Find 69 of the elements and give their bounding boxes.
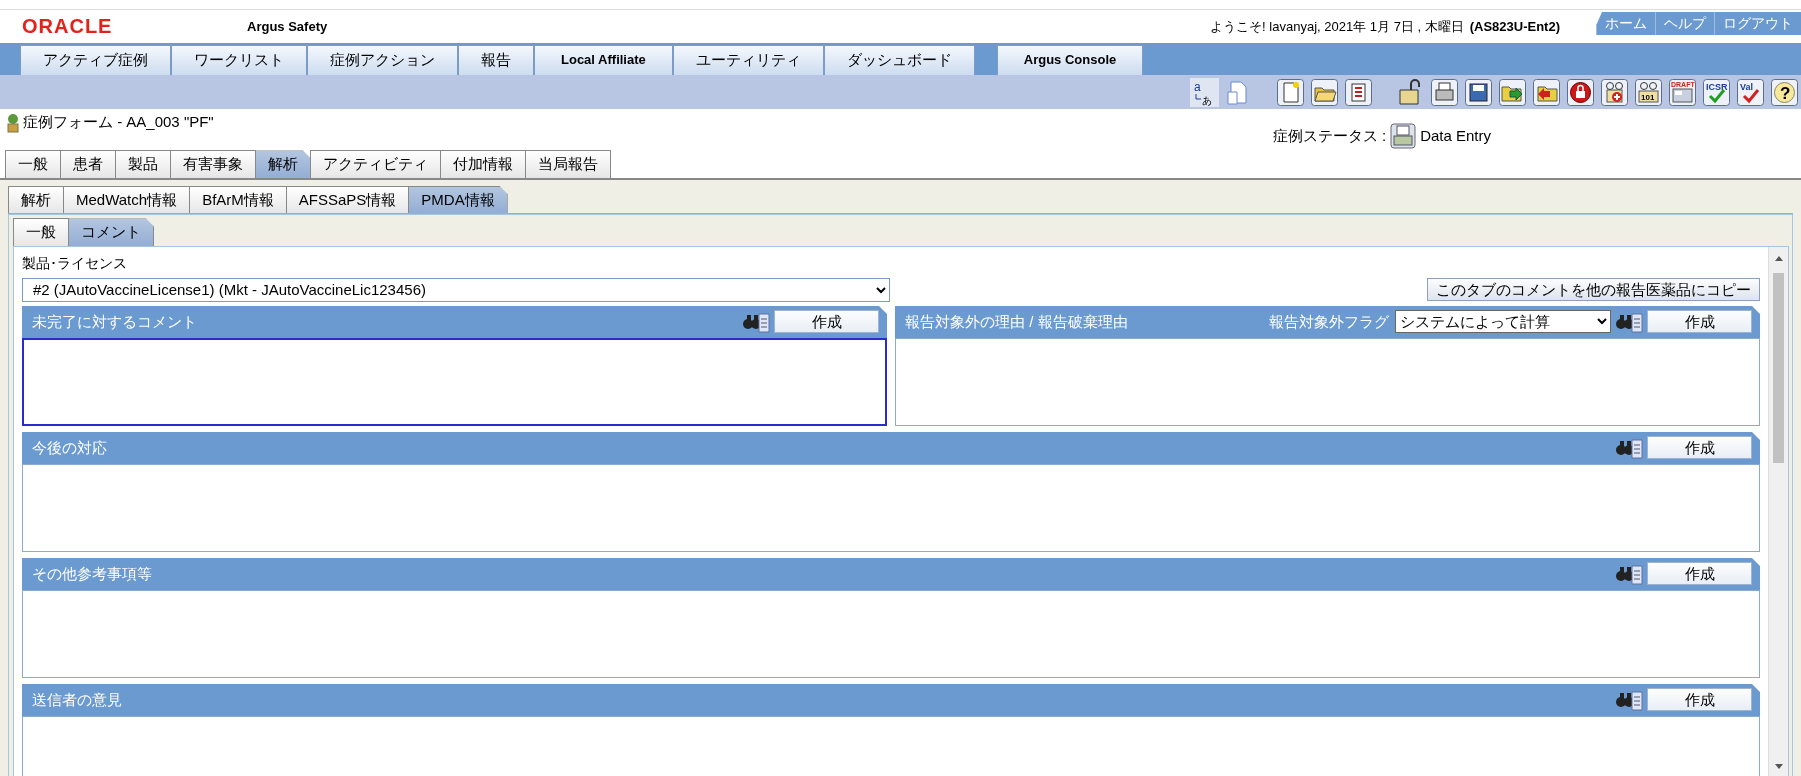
tab[interactable]: 当局報告	[525, 150, 611, 178]
check-icon[interactable]: ICSR	[1702, 77, 1731, 107]
app-title: Argus Safety	[247, 17, 328, 36]
find-icon[interactable]	[1615, 689, 1643, 711]
list-icon[interactable]	[1344, 77, 1373, 107]
tab[interactable]: AFSSaPS情報	[285, 186, 410, 214]
scrollbar[interactable]	[1768, 247, 1788, 776]
comment-field[interactable]	[22, 338, 887, 426]
tab[interactable]: PMDA情報	[408, 186, 508, 214]
tab[interactable]: 有害事象	[170, 150, 256, 178]
section-title: 報告対象外の理由 / 報告破棄理由	[905, 311, 1128, 332]
check-icon[interactable]: Val	[1736, 77, 1765, 107]
find-icon[interactable]	[1615, 563, 1643, 585]
tab[interactable]: コメント	[68, 218, 154, 246]
tab[interactable]: 患者	[60, 150, 116, 178]
case-form-title: 症例フォーム - AA_003 "PF"	[23, 112, 214, 133]
new-document-icon[interactable]	[1276, 77, 1305, 107]
tab[interactable]: MedWatch情報	[63, 186, 191, 214]
oracle-logo: ORACLE	[22, 14, 114, 40]
menu-item[interactable]: ワークリスト	[171, 44, 307, 75]
field-label: 製品･ライセンス	[22, 254, 128, 273]
create-button[interactable]: 作成	[774, 310, 879, 334]
section-title: 送信者の意見	[32, 689, 122, 710]
welcome-text: ようこそ! lavanyaj, 2021年 1月 7日 , 木曜日	[1210, 17, 1464, 36]
find-icon[interactable]	[1615, 311, 1643, 333]
menu-item[interactable]: 報告	[458, 44, 534, 75]
flag-select[interactable]: システムによって計算	[1395, 310, 1611, 334]
glasses-icon[interactable]	[1600, 77, 1629, 107]
find-icon[interactable]	[742, 311, 770, 333]
comment-field[interactable]	[22, 590, 1760, 678]
glasses-icon[interactable]: 101	[1634, 77, 1663, 107]
menu-item[interactable]: アクティブ症例	[20, 44, 171, 75]
comment-field[interactable]	[895, 338, 1760, 426]
section-title: 今後の対応	[32, 437, 107, 458]
tab[interactable]: 解析	[8, 186, 64, 214]
create-button[interactable]: 作成	[1647, 436, 1752, 460]
menu-item[interactable]: ユーティリティ	[672, 44, 824, 75]
tab[interactable]: BfArM情報	[189, 186, 287, 214]
server-name: (AS823U-Ent2)	[1469, 17, 1560, 36]
copy-button[interactable]: このタブのコメントを他の報告医薬品にコピー	[1427, 278, 1760, 302]
find-icon[interactable]	[1615, 437, 1643, 459]
create-button[interactable]: 作成	[1647, 310, 1752, 334]
create-button[interactable]: 作成	[1647, 688, 1752, 712]
menu-item[interactable]: Local Affiliate	[534, 44, 673, 75]
section-title: 未完了に対するコメント	[32, 311, 197, 332]
help-icon[interactable]: ?	[1770, 77, 1799, 107]
section-title: その他参考事項等	[32, 563, 152, 584]
menu-item[interactable]: ダッシュボード	[823, 44, 975, 75]
status-text: Data Entry	[1420, 126, 1491, 147]
translate-icon[interactable]: a あ	[1190, 77, 1219, 107]
tab[interactable]: 一般	[5, 150, 61, 178]
tab[interactable]: 解析	[255, 150, 311, 178]
comment-field[interactable]	[22, 464, 1760, 552]
folder-icon[interactable]	[1310, 77, 1339, 107]
tab[interactable]: 付加情報	[440, 150, 526, 178]
tab[interactable]: アクティビティ	[310, 150, 441, 178]
menu-item[interactable]: Argus Console	[996, 44, 1144, 75]
status-label: 症例ステータス :	[1272, 126, 1387, 147]
menu-item[interactable]: 症例アクション	[307, 44, 458, 75]
status-icon	[1390, 123, 1417, 150]
tab[interactable]: 一般	[13, 218, 69, 246]
printer-icon[interactable]	[1430, 77, 1459, 107]
create-button[interactable]: 作成	[1647, 562, 1752, 586]
save-icon[interactable]	[1464, 77, 1493, 107]
tab[interactable]: 製品	[115, 150, 171, 178]
license-select[interactable]: #2 (JAutoVaccineLicense1) (Mkt - JAutoVaccineLic123456)	[22, 278, 890, 302]
flag-label: 報告対象外フラグ	[1269, 311, 1389, 332]
scroll-thumb[interactable]	[1773, 273, 1784, 463]
lock-icon[interactable]	[1566, 77, 1595, 107]
